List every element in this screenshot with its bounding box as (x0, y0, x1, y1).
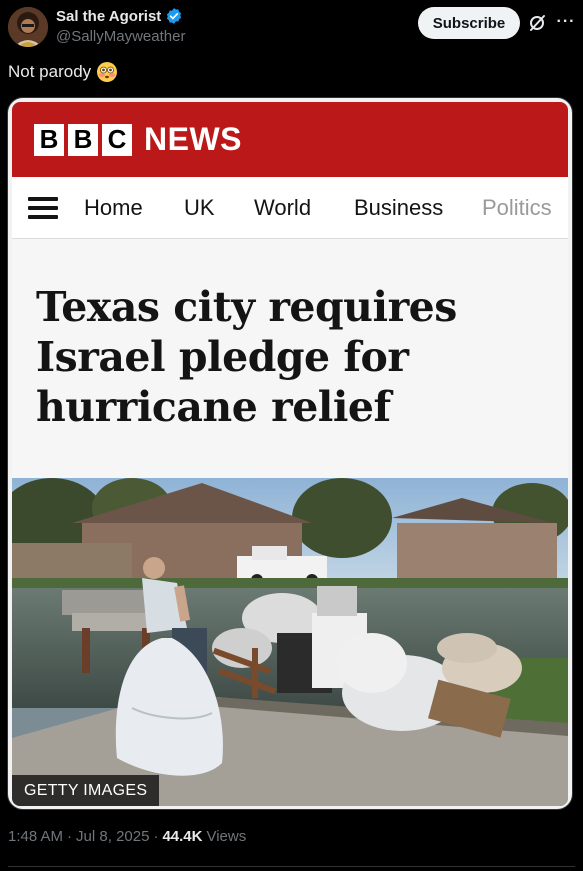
news-photo: GETTY IMAGES (12, 478, 568, 806)
subscribe-button[interactable]: Subscribe (418, 7, 520, 39)
bbc-nav-world: World (254, 195, 312, 220)
bbc-nav-bar: Home UK World Business Politics (12, 177, 568, 239)
tweet: Sal the Agorist @SallyMayweather Subscri… (0, 0, 583, 871)
views-count: 44.4K (162, 828, 203, 845)
display-name[interactable]: Sal the Agorist (56, 8, 161, 25)
bbc-logo-letter: B (34, 123, 64, 156)
bbc-logo-letter: C (102, 123, 132, 156)
user-handle[interactable]: @SallyMayweather (56, 28, 185, 45)
tweet-header: Sal the Agorist @SallyMayweather Subscri… (0, 0, 583, 56)
article-headline: Texas city requires Israel pledge for hu… (36, 283, 457, 431)
more-options-icon[interactable]: ··· (555, 12, 577, 32)
views-label: Views (206, 828, 247, 845)
tweet-text-content: Not parody (8, 62, 92, 81)
bbc-nav-politics: Politics (482, 195, 552, 220)
bbc-banner: B B C NEWS (12, 102, 568, 177)
bbc-news-wordmark: NEWS (144, 121, 242, 157)
tweet-metadata: 1:48 AM · Jul 8, 2025 · 44.4K Views (8, 828, 246, 845)
bbc-nav-home: Home (84, 195, 143, 220)
tweet-text: Not parody (8, 61, 118, 83)
separator-dot: · (67, 828, 73, 845)
tweet-time[interactable]: 1:48 AM (8, 828, 63, 845)
bbc-nav-uk: UK (184, 195, 215, 220)
photo-credit: GETTY IMAGES (12, 775, 160, 806)
hamburger-menu-icon (28, 197, 60, 219)
tweet-date[interactable]: Jul 8, 2025 (76, 828, 149, 845)
divider (8, 866, 575, 867)
bbc-screenshot: B B C NEWS Home UK World Business Politi… (12, 102, 568, 806)
tweet-media-image[interactable]: B B C NEWS Home UK World Business Politi… (7, 97, 573, 810)
bbc-logo-letter: B (68, 123, 98, 156)
avatar[interactable] (8, 7, 48, 47)
bbc-nav-business: Business (354, 195, 444, 220)
bbc-news-logo: B B C NEWS (34, 121, 242, 158)
verified-badge-icon (165, 7, 183, 25)
separator-dot: · (153, 828, 159, 845)
display-name-row: Sal the Agorist (56, 7, 183, 25)
flushed-face-emoji-icon (96, 61, 118, 83)
grok-icon[interactable] (527, 13, 547, 33)
